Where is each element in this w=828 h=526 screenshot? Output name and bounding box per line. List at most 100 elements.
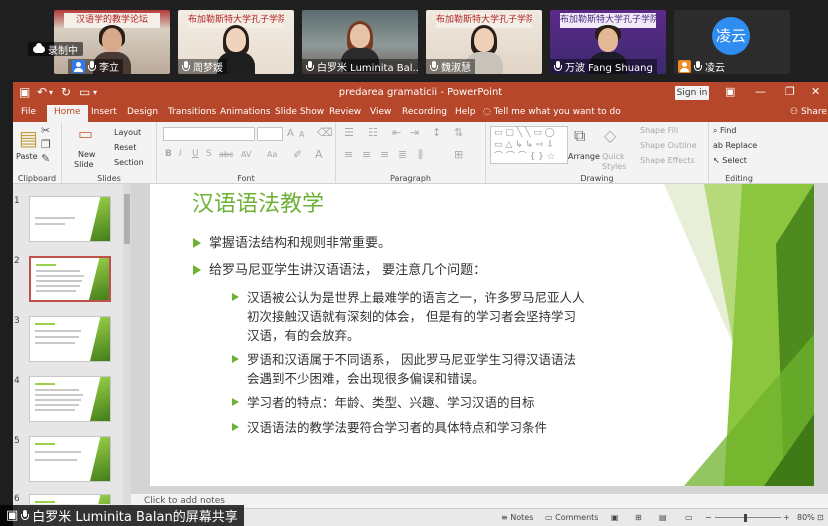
shapes-gallery[interactable]: ▭ ▢ ╲ ╲ ▭ ◯ ▭ △ ↳ ↳ ⇨ ⇩ ⌒ ⌒ ⌒ { } ☆ — [490, 126, 568, 164]
change-case-button[interactable]: Aa — [267, 150, 277, 159]
slide-thumbnail[interactable] — [29, 376, 111, 422]
tab-view[interactable]: View — [370, 107, 391, 117]
paste-icon[interactable]: ▤ — [19, 126, 38, 150]
slide-thumbnail-selected[interactable] — [29, 256, 111, 302]
sub-bullet-item[interactable]: 汉语语法的教学法要符合学习者的具体特点和学习条件 — [232, 418, 547, 437]
find-button[interactable]: ⌕ Find — [713, 126, 736, 136]
font-color-icon[interactable]: A — [315, 148, 323, 161]
slide-thumbnail[interactable] — [29, 316, 111, 362]
new-slide-label[interactable]: New — [78, 150, 95, 159]
comments-button[interactable]: ▭ Comments — [545, 513, 598, 522]
paste-button[interactable]: Paste — [16, 152, 38, 161]
tab-insert[interactable]: Insert — [91, 107, 117, 117]
format-painter-icon[interactable]: ✎ — [41, 152, 50, 165]
tab-slide-show[interactable]: Slide Show — [275, 107, 324, 117]
participant-tile[interactable]: 布加勒斯特大学孔子学院 万波 Fang Shuang — [550, 10, 666, 74]
arrange-icon[interactable]: ⧉ — [574, 126, 585, 146]
reset-button[interactable]: Reset — [114, 143, 136, 152]
tab-recording[interactable]: Recording — [402, 107, 447, 117]
restore-icon[interactable]: ❐ — [785, 85, 795, 98]
replace-button[interactable]: ab Replace — [713, 141, 757, 150]
section-button[interactable]: Section — [114, 158, 144, 167]
zoom-out-button[interactable]: − — [705, 513, 712, 522]
highlight-icon[interactable]: ✐ — [293, 148, 302, 161]
slide-title[interactable]: 汉语语法教学 — [192, 186, 324, 218]
text-direction-icon[interactable]: ⇅ — [454, 126, 463, 139]
close-icon[interactable]: ✕ — [811, 85, 820, 98]
new-slide-label-2[interactable]: Slide — [74, 160, 94, 169]
zoom-in-button[interactable]: + — [783, 513, 790, 522]
shape-effects-button[interactable]: Shape Effects — [640, 156, 695, 165]
sub-bullet-item[interactable]: 罗语和汉语属于不同语系， 因此罗马尼亚学生习得汉语语法 会遇到不少困难，会出现很… — [232, 350, 576, 388]
notes-button[interactable]: ≡ Notes — [501, 513, 533, 522]
sub-bullet-item[interactable]: 汉语被公认为是世界上最难学的语言之一，许多罗马尼亚人人 初次接触汉语就有深刻的体… — [232, 288, 585, 345]
layout-button[interactable]: Layout — [114, 128, 141, 137]
shape-outline-button[interactable]: Shape Outline — [640, 141, 697, 150]
slide-thumbnail[interactable] — [29, 436, 111, 482]
increase-indent-icon[interactable]: ⇥ — [410, 126, 419, 139]
select-button[interactable]: ↖ Select — [713, 156, 747, 165]
decrease-indent-icon[interactable]: ⇤ — [392, 126, 401, 139]
tab-file[interactable]: File — [21, 107, 36, 117]
new-slide-icon[interactable]: ▭ — [78, 124, 93, 143]
clear-formatting-icon[interactable]: ⌫ — [317, 126, 333, 139]
thumbnail-scrollbar[interactable] — [123, 184, 131, 504]
tab-review[interactable]: Review — [329, 107, 361, 117]
tab-help[interactable]: Help — [455, 107, 476, 117]
quick-styles-icon[interactable]: ◇ — [604, 126, 616, 145]
sub-bullet-item[interactable]: 学习者的特点：年龄、类型、兴趣、学习汉语的目标 — [232, 393, 535, 412]
shadow-button[interactable]: S — [206, 149, 212, 159]
recording-indicator[interactable]: 录制中 — [28, 42, 83, 57]
zoom-slider-thumb[interactable] — [744, 514, 747, 522]
participant-tile[interactable]: 布加勒斯特大学孔子学院 魏淑慧 — [426, 10, 542, 74]
strikethrough-button[interactable]: abc — [219, 150, 233, 159]
ribbon-display-icon[interactable]: ▣ — [725, 85, 735, 98]
participant-tile[interactable]: 白罗米 Luminita Bal... — [302, 10, 418, 74]
font-size-dropdown[interactable] — [257, 127, 283, 141]
participant-tile[interactable]: 凌云 凌云 — [674, 10, 790, 74]
bullet-item[interactable]: 掌握语法结构和规则非常重要。 — [193, 234, 391, 253]
character-spacing-button[interactable]: AV — [241, 150, 251, 159]
tab-transitions[interactable]: Transitions — [168, 107, 216, 117]
quick-styles-label-2[interactable]: Styles — [602, 162, 626, 171]
fit-slide-icon[interactable]: ⊡ — [817, 513, 824, 522]
line-spacing-icon[interactable]: ↕ — [432, 126, 441, 139]
tab-home[interactable]: Home — [47, 105, 88, 122]
shrink-font-button[interactable]: A — [299, 130, 304, 139]
scrollbar-thumb[interactable] — [124, 194, 130, 244]
shape-fill-button[interactable]: Shape Fill — [640, 126, 678, 135]
numbering-icon[interactable]: ☷ — [368, 126, 378, 139]
arrange-button[interactable]: Arrange — [568, 152, 600, 161]
smartart-icon[interactable]: ⊞ — [454, 148, 463, 161]
quick-styles-label[interactable]: Quick — [602, 152, 625, 161]
slide[interactable]: 汉语语法教学 掌握语法结构和规则非常重要。 给罗马尼亚学生讲汉语语法， 要注意几… — [150, 184, 814, 486]
align-left-icon[interactable]: ≡ — [344, 148, 353, 161]
tell-me-search[interactable]: ◌ Tell me what you want to do — [483, 107, 621, 117]
grow-font-button[interactable]: A — [287, 128, 294, 139]
reading-view-icon[interactable]: ▤ — [659, 513, 667, 522]
font-name-dropdown[interactable] — [163, 127, 255, 141]
normal-view-icon[interactable]: ▣ — [611, 513, 619, 522]
slide-thumbnail[interactable] — [29, 494, 111, 504]
copy-icon[interactable]: ❐ — [41, 138, 51, 151]
underline-button[interactable]: U — [192, 149, 199, 159]
minimize-icon[interactable]: — — [755, 85, 766, 98]
columns-icon[interactable]: ⫼ — [418, 148, 423, 162]
bullets-icon[interactable]: ☰ — [344, 126, 354, 139]
align-right-icon[interactable]: ≡ — [380, 148, 389, 161]
slide-show-icon[interactable]: ▭ — [685, 513, 693, 522]
tab-animations[interactable]: Animations — [220, 107, 271, 117]
zoom-slider[interactable] — [715, 517, 781, 518]
share-button[interactable]: ⚇ Share — [790, 107, 827, 117]
bold-button[interactable]: B — [165, 149, 172, 159]
justify-icon[interactable]: ≣ — [398, 148, 407, 161]
align-center-icon[interactable]: ≡ — [362, 148, 371, 161]
sign-in-button[interactable]: Sign in — [675, 86, 709, 100]
screen-share-banner[interactable]: ▣ 白罗米 Luminita Balan的屏幕共享 — [0, 505, 244, 526]
participant-tile[interactable]: 布加勒斯特大学孔子学院 周梦媛 — [178, 10, 294, 74]
zoom-level[interactable]: 80% — [797, 513, 815, 522]
slide-thumbnail[interactable] — [29, 196, 111, 242]
cut-icon[interactable]: ✂ — [41, 124, 50, 137]
slide-sorter-icon[interactable]: ⊞ — [635, 513, 642, 522]
bullet-item[interactable]: 给罗马尼亚学生讲汉语语法， 要注意几个问题： — [193, 261, 486, 280]
